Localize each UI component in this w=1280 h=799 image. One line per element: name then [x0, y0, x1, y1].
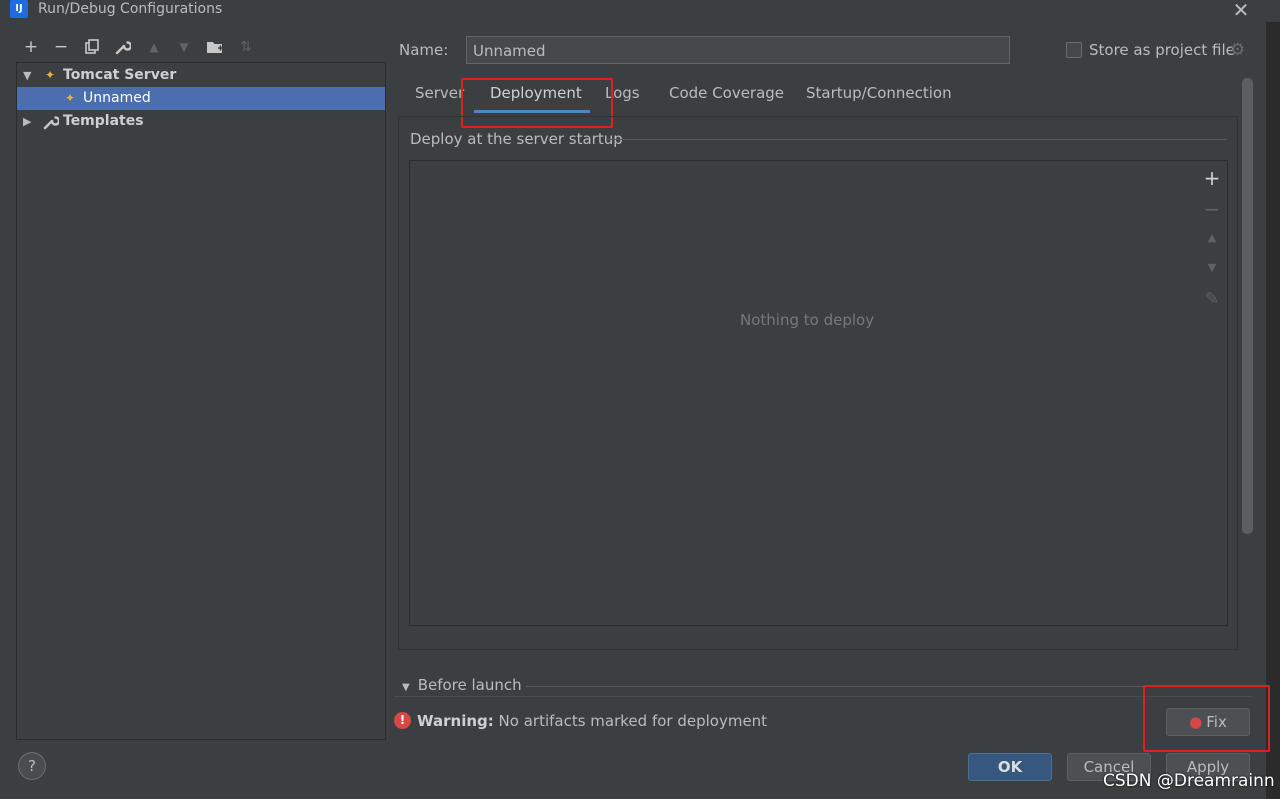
edit-pencil-icon[interactable]: ✎: [1197, 289, 1227, 309]
section-title: Deploy at the server startup: [410, 130, 623, 148]
wrench-icon: [43, 114, 61, 138]
deployment-list[interactable]: Nothing to deploy: [409, 160, 1199, 626]
wrench-icon[interactable]: [112, 36, 134, 58]
folder-icon[interactable]: [204, 36, 226, 58]
add-icon[interactable]: +: [20, 36, 42, 58]
move-down-icon[interactable]: ▼: [173, 36, 195, 58]
tree-item-templates[interactable]: ▶ Templates: [17, 110, 385, 133]
move-down-icon[interactable]: ▼: [1197, 261, 1227, 274]
add-icon[interactable]: +: [1197, 166, 1227, 190]
warning-icon: !: [394, 712, 411, 729]
tomcat-icon: ✦: [45, 68, 56, 82]
close-icon[interactable]: ✕: [1230, 0, 1252, 22]
tab-server[interactable]: Server: [415, 84, 464, 102]
name-field[interactable]: Unnamed: [466, 36, 1010, 64]
move-up-icon[interactable]: ▲: [143, 36, 165, 58]
tomcat-config-icon: ✦: [65, 91, 76, 105]
remove-icon[interactable]: −: [1197, 197, 1227, 221]
expand-arrow-icon[interactable]: ▶: [23, 110, 31, 133]
window-title: Run/Debug Configurations: [38, 1, 223, 17]
bottom-divider: [394, 696, 1252, 697]
section-divider: [607, 139, 1227, 140]
watermark-text: CSDN @Dreamrainn: [1103, 771, 1275, 791]
store-as-project-file-checkbox[interactable]: [1066, 42, 1082, 58]
remove-icon[interactable]: −: [50, 36, 72, 58]
tab-code-coverage[interactable]: Code Coverage: [669, 84, 784, 102]
tree-item-label: Unnamed: [83, 90, 151, 106]
name-label: Name:: [399, 41, 449, 59]
copy-icon[interactable]: [81, 36, 103, 58]
tree-item-unnamed[interactable]: ✦ Unnamed: [17, 87, 385, 110]
intellij-icon: IJ: [10, 0, 28, 18]
highlight-box-fix: [1143, 685, 1270, 752]
sort-icon[interactable]: ⇅: [235, 36, 257, 58]
scrollbar[interactable]: [1242, 78, 1253, 534]
expand-arrow-icon[interactable]: ▼: [23, 64, 31, 87]
ok-button[interactable]: OK: [968, 753, 1052, 781]
list-toolbar: + − ▲ ▼ ✎: [1197, 160, 1228, 626]
before-launch-label: Before launch: [417, 676, 522, 694]
warning-prefix: Warning:: [417, 712, 494, 730]
background-window-edge: [1266, 0, 1280, 799]
tree-item-tomcat-server[interactable]: ▼ ✦ Tomcat Server: [17, 64, 385, 87]
tab-startup-connection[interactable]: Startup/Connection: [806, 84, 952, 102]
configuration-tree: ▼ ✦ Tomcat Server ✦ Unnamed ▶ Templates: [16, 62, 386, 740]
help-button[interactable]: ?: [18, 752, 46, 780]
tree-item-label: Templates: [63, 113, 144, 129]
gear-icon[interactable]: ⚙: [1230, 40, 1245, 60]
before-launch-toggle[interactable]: ▼ Before launch: [402, 676, 522, 694]
move-up-icon[interactable]: ▲: [1197, 231, 1227, 244]
store-as-project-file-label[interactable]: Store as project file: [1089, 41, 1235, 59]
warning-message: Warning: No artifacts marked for deploym…: [417, 712, 767, 730]
warning-text: No artifacts marked for deployment: [498, 712, 768, 730]
collapse-arrow-icon: ▼: [402, 682, 410, 693]
empty-list-text: Nothing to deploy: [740, 311, 875, 329]
tree-item-label: Tomcat Server: [63, 67, 177, 83]
title-bar: IJ Run/Debug Configurations ✕: [0, 0, 1280, 22]
